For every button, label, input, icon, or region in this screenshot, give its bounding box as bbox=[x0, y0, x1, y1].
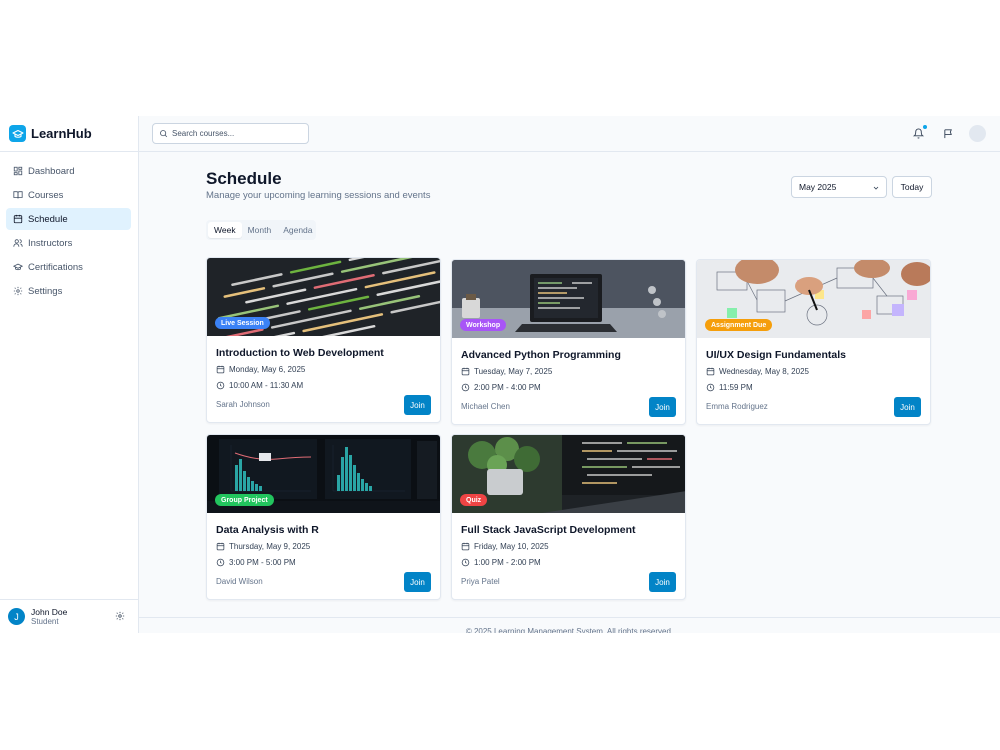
sidebar-item-label: Schedule bbox=[28, 213, 68, 225]
event-time: 1:00 PM - 2:00 PM bbox=[474, 558, 541, 567]
event-instructor: David Wilson bbox=[216, 577, 263, 586]
brand-name: LearnHub bbox=[31, 126, 92, 141]
sidebar-item-courses[interactable]: Courses bbox=[6, 184, 131, 206]
event-image: Live Session bbox=[207, 258, 440, 336]
tab-month[interactable]: Month bbox=[242, 222, 278, 238]
avatar: J bbox=[8, 608, 25, 625]
event-type-badge: Live Session bbox=[215, 317, 270, 329]
event-date: Tuesday, May 7, 2025 bbox=[474, 367, 553, 376]
search-icon bbox=[160, 130, 168, 138]
event-card[interactable]: Assignment Due UI/UX Design Fundamentals… bbox=[696, 259, 931, 425]
event-image: Workshop bbox=[452, 260, 685, 338]
app-window: LearnHub Dashboard Courses Schedule Inst… bbox=[0, 116, 1000, 633]
page-subtitle: Manage your upcoming learning sessions a… bbox=[206, 190, 431, 201]
event-title: UI/UX Design Fundamentals bbox=[706, 349, 847, 361]
topbar bbox=[139, 116, 1000, 152]
join-button[interactable]: Join bbox=[649, 572, 676, 592]
calendar-icon bbox=[461, 542, 470, 551]
page-title: Schedule bbox=[206, 169, 282, 188]
user-profile[interactable]: J John Doe Student bbox=[0, 599, 139, 633]
event-title: Data Analysis with R bbox=[216, 524, 319, 536]
calendar-icon bbox=[216, 365, 225, 374]
event-instructor: Emma Rodriguez bbox=[706, 402, 768, 411]
event-date: Wednesday, May 8, 2025 bbox=[719, 367, 809, 376]
join-button[interactable]: Join bbox=[404, 572, 431, 592]
avatar[interactable] bbox=[969, 125, 986, 142]
event-card[interactable]: Workshop Advanced Python Programming Tue… bbox=[451, 259, 686, 425]
footer: © 2025 Learning Management System. All r… bbox=[139, 617, 1000, 633]
join-button[interactable]: Join bbox=[404, 395, 431, 415]
chevron-down-icon bbox=[873, 186, 879, 190]
event-instructor: Sarah Johnson bbox=[216, 400, 270, 409]
sidebar-item-settings[interactable]: Settings bbox=[6, 280, 131, 302]
sidebar-item-schedule[interactable]: Schedule bbox=[6, 208, 131, 230]
event-title: Full Stack JavaScript Development bbox=[461, 524, 636, 536]
user-name: John Doe bbox=[31, 606, 68, 617]
graduation-cap-logo-icon bbox=[9, 125, 26, 142]
graduation-cap-icon bbox=[13, 263, 23, 271]
event-type-badge: Quiz bbox=[460, 494, 488, 506]
search-box[interactable] bbox=[152, 123, 309, 144]
sidebar-item-label: Instructors bbox=[28, 237, 73, 249]
gear-icon bbox=[13, 286, 23, 296]
month-select[interactable]: May 2025 bbox=[791, 176, 887, 198]
event-type-badge: Workshop bbox=[460, 319, 507, 331]
event-instructor: Priya Patel bbox=[461, 577, 500, 586]
sidebar-item-instructors[interactable]: Instructors bbox=[6, 232, 131, 254]
month-select-value: May 2025 bbox=[799, 182, 837, 192]
sidebar-item-certifications[interactable]: Certifications bbox=[6, 256, 131, 278]
join-button[interactable]: Join bbox=[649, 397, 676, 417]
sidebar-item-dashboard[interactable]: Dashboard bbox=[6, 160, 131, 182]
event-time: 2:00 PM - 4:00 PM bbox=[474, 383, 541, 392]
sidebar-item-label: Dashboard bbox=[28, 165, 75, 177]
event-card[interactable]: Group Project Data Analysis with R Thurs… bbox=[206, 434, 441, 600]
calendar-icon bbox=[216, 542, 225, 551]
event-type-badge: Group Project bbox=[215, 494, 274, 506]
today-button[interactable]: Today bbox=[892, 176, 932, 198]
event-image: Quiz bbox=[452, 435, 685, 513]
book-icon bbox=[13, 191, 23, 199]
view-tabs: Week Month Agenda bbox=[206, 220, 316, 240]
main-content: Schedule Manage your upcoming learning s… bbox=[139, 152, 1000, 633]
calendar-icon bbox=[13, 214, 23, 224]
flag-icon[interactable] bbox=[943, 128, 954, 139]
search-input[interactable] bbox=[172, 129, 302, 138]
clock-icon bbox=[706, 383, 715, 392]
brand[interactable]: LearnHub bbox=[0, 116, 138, 152]
join-button[interactable]: Join bbox=[894, 397, 921, 417]
users-icon bbox=[13, 239, 23, 247]
event-type-badge: Assignment Due bbox=[705, 319, 773, 331]
clock-icon bbox=[216, 558, 225, 567]
event-image: Assignment Due bbox=[697, 260, 930, 338]
event-instructor: Michael Chen bbox=[461, 402, 510, 411]
event-time: 10:00 AM - 11:30 AM bbox=[229, 381, 304, 390]
user-role: Student bbox=[31, 616, 59, 626]
event-date: Thursday, May 9, 2025 bbox=[229, 542, 311, 551]
bell-icon[interactable] bbox=[913, 128, 924, 139]
clock-icon bbox=[461, 383, 470, 392]
event-title: Introduction to Web Development bbox=[216, 347, 384, 359]
calendar-icon bbox=[706, 367, 715, 376]
sidebar-item-label: Settings bbox=[28, 285, 63, 297]
event-time: 3:00 PM - 5:00 PM bbox=[229, 558, 296, 567]
sidebar-item-label: Courses bbox=[28, 189, 64, 201]
event-date: Friday, May 10, 2025 bbox=[474, 542, 549, 551]
notification-dot bbox=[923, 125, 927, 129]
event-time: 11:59 PM bbox=[719, 383, 753, 392]
tab-week[interactable]: Week bbox=[208, 222, 242, 238]
event-image: Group Project bbox=[207, 435, 440, 513]
sidebar-item-label: Certifications bbox=[28, 261, 83, 273]
clock-icon bbox=[461, 558, 470, 567]
event-date: Monday, May 6, 2025 bbox=[229, 365, 306, 374]
sidebar: LearnHub Dashboard Courses Schedule Inst… bbox=[0, 116, 139, 633]
clock-icon bbox=[216, 381, 225, 390]
event-card[interactable]: Live Session Introduction to Web Develop… bbox=[206, 257, 441, 423]
event-card[interactable]: Quiz Full Stack JavaScript Development F… bbox=[451, 434, 686, 600]
calendar-icon bbox=[461, 367, 470, 376]
grid-icon bbox=[13, 166, 23, 176]
event-title: Advanced Python Programming bbox=[461, 349, 621, 361]
gear-icon[interactable] bbox=[115, 611, 125, 621]
sidebar-nav: Dashboard Courses Schedule Instructors C… bbox=[0, 152, 138, 302]
tab-agenda[interactable]: Agenda bbox=[277, 222, 318, 238]
